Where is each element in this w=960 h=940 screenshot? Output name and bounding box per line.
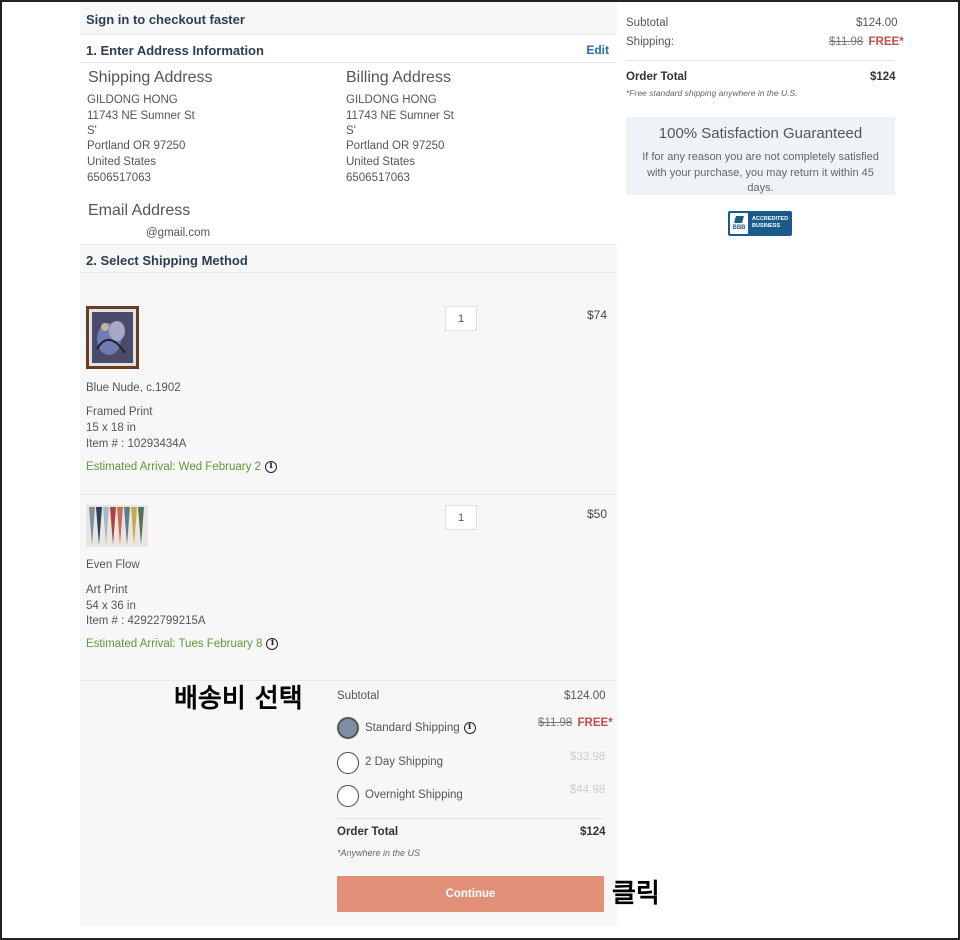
guarantee-title: 100% Satisfaction Guaranteed xyxy=(658,125,863,142)
guarantee-text: If for any reason you are not completely… xyxy=(642,151,879,163)
painting-image-icon xyxy=(89,309,136,366)
divider xyxy=(626,60,895,61)
overnight-shipping-label[interactable]: Overnight Shipping xyxy=(365,789,463,801)
shipping-note: *Anywhere in the US xyxy=(337,848,421,858)
annotation-click: 클릭 xyxy=(612,879,660,909)
bbb-logo-icon: BBB xyxy=(730,213,748,234)
signin-banner[interactable]: Sign in to checkout faster xyxy=(86,12,245,27)
billing-address-line: S' xyxy=(346,125,356,137)
painting-image-icon xyxy=(86,505,148,547)
divider xyxy=(80,62,617,63)
annotation-select-shipping: 배송비 선택 xyxy=(174,684,303,714)
two-day-shipping-price: $33.98 xyxy=(570,751,606,763)
divider xyxy=(80,272,617,273)
item-size: 15 x 18 in xyxy=(86,422,136,434)
edit-address-link[interactable]: Edit xyxy=(586,43,609,57)
standard-shipping-old-price: $11.98 xyxy=(538,717,573,729)
even-flow-thumbnail[interactable] xyxy=(86,505,148,547)
shipping-address-line: S' xyxy=(87,125,97,137)
subtotal-label: Subtotal xyxy=(337,690,380,702)
bbb-line2: BUSINESS xyxy=(752,223,781,229)
standard-shipping-free: FREE* xyxy=(577,717,613,729)
info-icon[interactable]: i xyxy=(264,461,277,473)
satisfaction-guarantee-box: 100% Satisfaction Guaranteed If for any … xyxy=(626,117,895,195)
divider xyxy=(80,494,617,495)
info-icon[interactable]: i xyxy=(463,722,476,734)
divider xyxy=(80,680,617,681)
shipping-address-line: 11743 NE Sumner St xyxy=(87,110,195,122)
standard-shipping-price: $11.98 FREE* xyxy=(538,717,613,729)
order-total-value: $124 xyxy=(580,826,606,838)
standard-shipping-option[interactable]: Standard Shipping i xyxy=(365,722,476,734)
divider xyxy=(337,818,604,819)
shipping-address-line: Portland OR 97250 xyxy=(87,140,186,152)
step2-title: 2. Select Shipping Method xyxy=(86,253,248,268)
checkout-main-panel: Sign in to checkout faster 1. Enter Addr… xyxy=(80,2,617,927)
item-size: 54 x 36 in xyxy=(86,600,136,612)
overnight-shipping-radio[interactable] xyxy=(337,785,359,807)
quantity-box[interactable]: 1 xyxy=(445,505,477,530)
shipping-address-line: GILDONG HONG xyxy=(87,94,178,106)
email-address-value: @gmail.com xyxy=(146,227,211,239)
summary-subtotal-label: Subtotal xyxy=(626,17,669,29)
shipping-address-line: United States xyxy=(87,156,157,168)
blue-nude-thumbnail[interactable] xyxy=(86,306,139,369)
info-icon[interactable]: i xyxy=(266,638,279,650)
billing-address-title: Billing Address xyxy=(346,69,451,86)
billing-address-line: GILDONG HONG xyxy=(346,94,437,106)
torch-icon xyxy=(734,216,744,223)
summary-shipping-label: Shipping: xyxy=(626,36,674,48)
billing-address-line: 11743 NE Sumner St xyxy=(346,110,454,122)
estimated-arrival: Estimated Arrival: Wed February 2i xyxy=(86,461,277,473)
summary-subtotal-value: $124.00 xyxy=(856,17,898,29)
estimated-arrival-text: Estimated Arrival: Tues February 8 xyxy=(86,638,263,651)
summary-shipping-free: FREE* xyxy=(868,36,904,48)
two-day-shipping-radio[interactable] xyxy=(337,752,359,774)
email-address-title: Email Address xyxy=(88,202,191,219)
quantity-box[interactable]: 1 xyxy=(445,306,477,331)
item-price: $50 xyxy=(586,507,607,521)
shipping-address-line: 6506517063 xyxy=(87,172,151,184)
billing-address-line: Portland OR 97250 xyxy=(346,140,445,152)
item-name: Even Flow xyxy=(86,559,140,571)
item-price: $74 xyxy=(586,308,607,322)
bbb-accredited-badge[interactable]: BBB ACCREDITED BUSINESS xyxy=(728,211,792,236)
item-number: Item # : 10293434A xyxy=(86,438,187,450)
summary-free-note: *Free standard shipping anywhere in the … xyxy=(626,88,798,98)
two-day-shipping-label[interactable]: 2 Day Shipping xyxy=(365,756,443,768)
estimated-arrival-text: Estimated Arrival: Wed February 2 xyxy=(86,461,261,474)
billing-address-line: 6506517063 xyxy=(346,172,410,184)
summary-order-total-value: $124 xyxy=(870,71,896,83)
item-type: Framed Print xyxy=(86,406,153,418)
item-type: Art Print xyxy=(86,584,128,596)
divider xyxy=(80,244,617,245)
guarantee-text: days. xyxy=(747,182,774,194)
item-name: Blue Nude, c.1902 xyxy=(86,382,181,394)
divider xyxy=(80,34,617,35)
summary-order-total-label: Order Total xyxy=(626,71,688,83)
order-total-label: Order Total xyxy=(337,826,399,838)
item-number: Item # : 42922799215A xyxy=(86,615,206,627)
summary-shipping-old: $11.98 xyxy=(829,36,864,48)
shipping-address-title: Shipping Address xyxy=(88,69,213,86)
billing-address-line: United States xyxy=(346,156,416,168)
subtotal-value: $124.00 xyxy=(564,690,606,702)
step1-title: 1. Enter Address Information xyxy=(86,43,264,58)
overnight-shipping-price: $44.98 xyxy=(570,784,606,796)
standard-shipping-radio[interactable] xyxy=(337,717,359,739)
bbb-logo-text: BBB xyxy=(732,225,746,231)
continue-button[interactable]: Continue xyxy=(337,876,604,912)
estimated-arrival: Estimated Arrival: Tues February 8i xyxy=(86,638,279,651)
guarantee-text: with your purchase, you may return it wi… xyxy=(647,167,874,179)
standard-shipping-label: Standard Shipping xyxy=(365,722,460,735)
summary-shipping-value: $11.98 FREE* xyxy=(829,36,904,48)
bbb-line1: ACCREDITED xyxy=(752,216,789,222)
